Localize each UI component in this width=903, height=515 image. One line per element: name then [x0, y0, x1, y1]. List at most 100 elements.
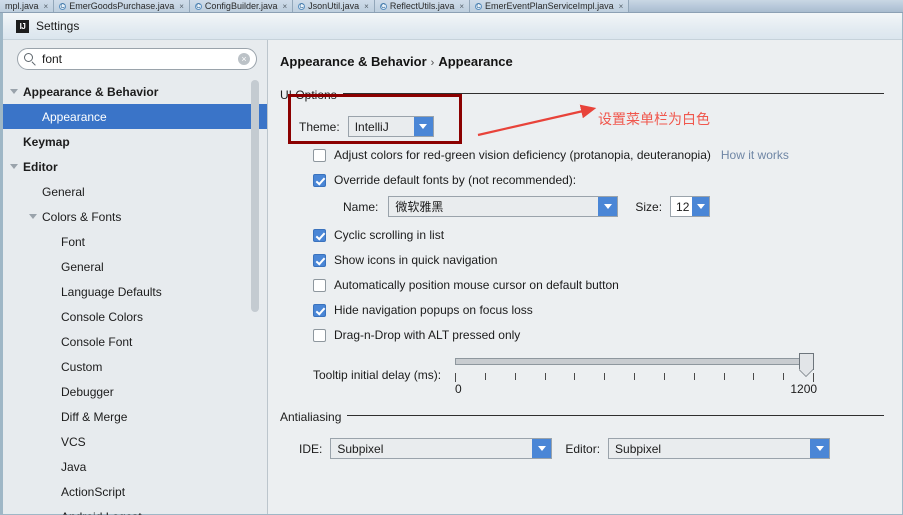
sidebar-item-label: General: [61, 259, 104, 274]
editor-tab[interactable]: C EmerEventPlanServiceImpl.java ×: [470, 0, 630, 12]
antialiasing-group: Antialiasing: [280, 408, 884, 426]
breadcrumb-separator: ›: [430, 57, 435, 69]
sidebar-item-java[interactable]: Java: [3, 454, 267, 479]
slider-tick: [813, 373, 815, 382]
editor-tab[interactable]: C JsonUtil.java ×: [293, 0, 375, 12]
drag-n-drop-alt-checkbox[interactable]: [313, 328, 326, 342]
sidebar-item-font[interactable]: Font: [3, 229, 267, 254]
checkbox-row-hide-popups[interactable]: Hide navigation popups on focus loss: [313, 303, 884, 317]
auto-position-cursor-checkbox[interactable]: [313, 278, 326, 292]
slider-tick: [634, 373, 636, 380]
editor-tab-label: EmerEventPlanServiceImpl.java: [485, 1, 614, 11]
font-name-value: 微软雅黑: [395, 200, 444, 214]
editor-tab-label: mpl.java: [5, 1, 39, 11]
sidebar-item-label: Editor: [23, 159, 58, 174]
sidebar-item-label: Keymap: [23, 134, 70, 149]
font-size-chevron-down-icon[interactable]: [692, 197, 710, 216]
clear-search-icon[interactable]: ×: [238, 53, 250, 65]
editor-tab-label: EmerGoodsPurchase.java: [69, 1, 175, 11]
chevron-down-icon[interactable]: [10, 89, 18, 94]
sidebar-item-label: Custom: [61, 359, 103, 374]
sidebar-item-vcs[interactable]: VCS: [3, 429, 267, 454]
ide-antialiasing-combo[interactable]: Subpixel: [330, 438, 553, 459]
java-class-icon: C: [379, 2, 387, 10]
drag-n-drop-alt-label: Drag-n-Drop with ALT pressed only: [334, 328, 521, 342]
chevron-down-icon[interactable]: [29, 214, 37, 219]
editor-antialiasing-combo[interactable]: Subpixel: [608, 438, 831, 459]
sidebar-item-keymap[interactable]: Keymap: [3, 129, 267, 154]
font-size-spinner[interactable]: 12: [670, 196, 711, 217]
search-wrap: ×: [3, 48, 267, 70]
sidebar-item-diff-merge[interactable]: Diff & Merge: [3, 404, 267, 429]
sidebar-item-language-defaults[interactable]: Language Defaults: [3, 279, 267, 304]
close-icon[interactable]: ×: [282, 2, 287, 11]
sidebar-item-label: Console Colors: [61, 309, 144, 324]
breadcrumb-current: Appearance: [438, 54, 513, 69]
sidebar-item-colors-fonts[interactable]: Colors & Fonts: [3, 204, 267, 229]
close-icon[interactable]: ×: [364, 2, 369, 11]
sidebar-item-console-colors[interactable]: Console Colors: [3, 304, 267, 329]
ide-antialiasing-chevron-down-icon[interactable]: [532, 439, 552, 458]
editor-tab[interactable]: mpl.java ×: [0, 0, 55, 12]
tooltip-delay-slider[interactable]: 0 1200: [455, 352, 817, 396]
font-name-size-row: Name: 微软雅黑 Size: 12: [343, 196, 884, 217]
editor-tab[interactable]: C ReflectUtils.java ×: [374, 0, 471, 12]
sidebar-item-appearance[interactable]: Appearance: [3, 104, 267, 129]
chevron-down-icon[interactable]: [10, 164, 18, 169]
sidebar-item-label: Appearance & Behavior: [23, 84, 159, 99]
dialog-title: Settings: [36, 19, 80, 33]
sidebar-item-general[interactable]: General: [3, 254, 267, 279]
close-icon[interactable]: ×: [44, 2, 49, 11]
sidebar-item-appearance-behavior[interactable]: Appearance & Behavior: [3, 79, 267, 104]
tooltip-delay-slider-thumb[interactable]: [799, 353, 815, 370]
tooltip-delay-slider-track[interactable]: [455, 358, 814, 365]
search-input[interactable]: [40, 51, 234, 67]
settings-tree: Appearance & Behavior Appearance Keymap Edi…: [3, 79, 267, 515]
close-icon[interactable]: ×: [459, 2, 464, 11]
font-size-value: 12: [676, 199, 690, 214]
sidebar-item-label: Appearance: [42, 109, 107, 124]
checkbox-row-auto-position-cursor[interactable]: Automatically position mouse cursor on d…: [313, 278, 884, 292]
sidebar-item-custom[interactable]: Custom: [3, 354, 267, 379]
checkbox-row-colorblind[interactable]: Adjust colors for red-green vision defic…: [313, 148, 884, 162]
theme-combo-chevron-down-icon[interactable]: [413, 117, 433, 136]
theme-combo[interactable]: IntelliJ: [347, 116, 434, 137]
checkbox-row-drag-n-drop-alt[interactable]: Drag-n-Drop with ALT pressed only: [313, 328, 884, 342]
checkbox-row-cyclic-scrolling[interactable]: Cyclic scrolling in list: [313, 228, 884, 242]
editor-tab[interactable]: C EmerGoodsPurchase.java ×: [54, 0, 190, 12]
sidebar-item-general[interactable]: General: [3, 179, 267, 204]
ide-antialiasing-label: IDE:: [299, 441, 323, 456]
how-it-works-link[interactable]: How it works: [721, 148, 789, 162]
sidebar-item-label: Java: [61, 459, 87, 474]
sidebar-item-actionscript[interactable]: ActionScript: [3, 479, 267, 504]
show-icons-checkbox[interactable]: [313, 253, 326, 267]
editor-tab[interactable]: C ConfigBuilder.java ×: [189, 0, 294, 12]
sidebar-item-debugger[interactable]: Debugger: [3, 379, 267, 404]
checkbox-row-show-icons[interactable]: Show icons in quick navigation: [313, 253, 884, 267]
antialiasing-row: IDE: Subpixel Editor: Subpixel: [299, 438, 884, 459]
breadcrumb-parent[interactable]: Appearance & Behavior: [280, 54, 427, 69]
dialog-body: × Appearance & Behavior Appearance Keymap E…: [3, 40, 902, 515]
checkbox-row-override-fonts[interactable]: Override default fonts by (not recommend…: [313, 173, 884, 187]
font-name-combo[interactable]: 微软雅黑: [388, 196, 619, 217]
auto-position-cursor-label: Automatically position mouse cursor on d…: [334, 278, 619, 292]
tooltip-delay-min-label: 0: [455, 382, 462, 396]
sidebar-item-android-logcat[interactable]: Android Logcat: [3, 504, 267, 515]
close-icon[interactable]: ×: [179, 2, 184, 11]
colorblind-checkbox[interactable]: [313, 148, 326, 162]
close-icon[interactable]: ×: [619, 2, 624, 11]
sidebar-item-label: Font: [61, 234, 86, 249]
font-name-chevron-down-icon[interactable]: [598, 197, 618, 216]
sidebar-item-label: VCS: [61, 434, 86, 449]
sidebar-item-editor[interactable]: Editor: [3, 154, 267, 179]
sidebar-item-console-font[interactable]: Console Font: [3, 329, 267, 354]
override-fonts-checkbox[interactable]: [313, 173, 326, 187]
hide-popups-checkbox[interactable]: [313, 303, 326, 317]
editor-antialiasing-chevron-down-icon[interactable]: [810, 439, 830, 458]
cyclic-scrolling-checkbox[interactable]: [313, 228, 326, 242]
slider-tick: [484, 373, 486, 380]
slider-tick: [723, 373, 725, 380]
sidebar-scrollbar-thumb[interactable]: [251, 80, 259, 312]
show-icons-label: Show icons in quick navigation: [334, 253, 498, 267]
search-box[interactable]: ×: [17, 48, 257, 70]
